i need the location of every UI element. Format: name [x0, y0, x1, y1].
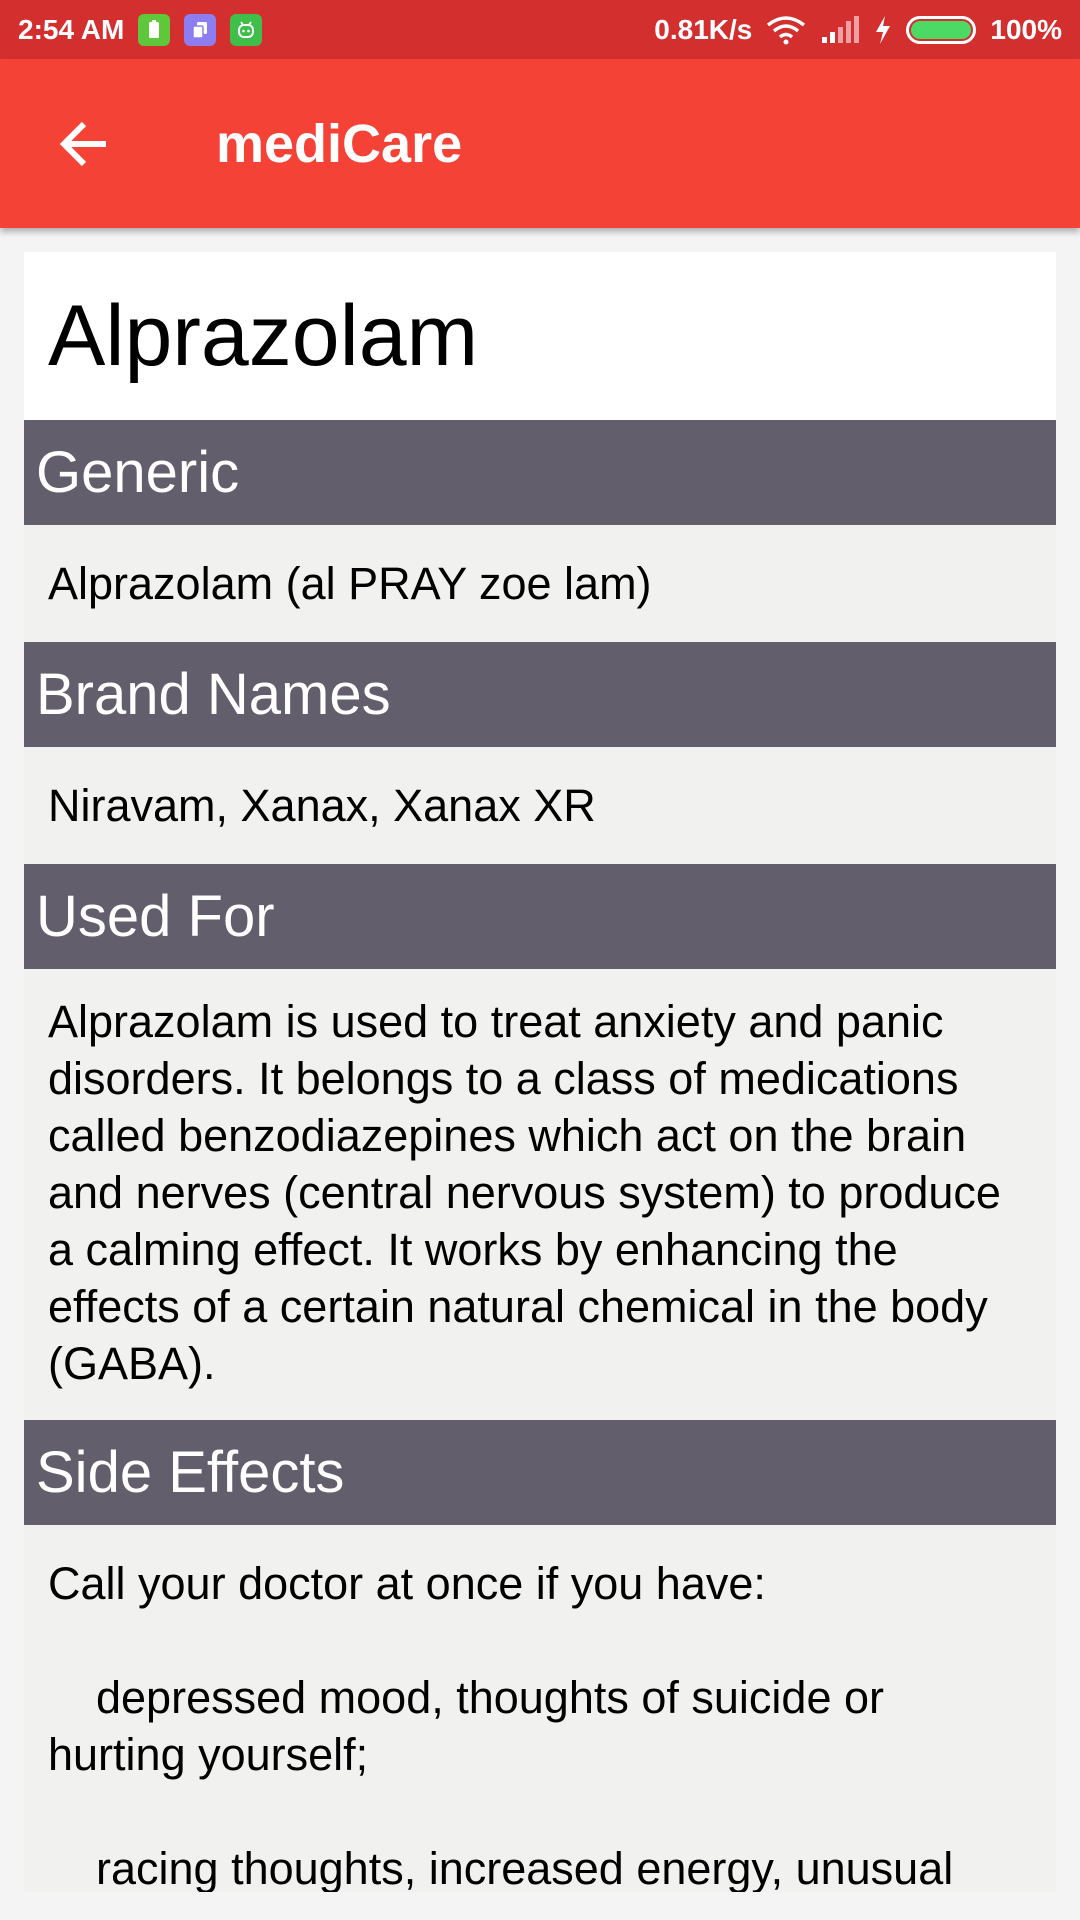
- generic-section-header: Generic: [24, 420, 1056, 525]
- side-effect-item: depressed mood, thoughts of suicide or h…: [48, 1672, 884, 1780]
- status-time: 2:54 AM: [18, 13, 125, 45]
- drug-title-box: Alprazolam: [24, 252, 1056, 420]
- wifi-icon: [766, 15, 806, 45]
- battery-percent: 100%: [990, 13, 1062, 45]
- drug-detail-content[interactable]: Alprazolam Generic Alprazolam (al PRAY z…: [24, 252, 1056, 1892]
- status-bar-left: 2:54 AM: [18, 13, 263, 46]
- battery-level-fill: [911, 20, 972, 39]
- used-for-section-header: Used For: [24, 864, 1056, 969]
- app-title: mediCare: [216, 113, 463, 174]
- used-for-section-body: Alprazolam is used to treat anxiety and …: [24, 969, 1056, 1420]
- side-effects-section-header: Side Effects: [24, 1420, 1056, 1525]
- battery-app-icon: [138, 13, 171, 46]
- brand-names-section-header: Brand Names: [24, 642, 1056, 747]
- layers-app-icon: [184, 13, 217, 46]
- side-effects-intro: Call your doctor at once if you have:: [48, 1558, 766, 1609]
- charging-bolt-icon: [874, 15, 892, 45]
- arrow-left-icon: [59, 121, 106, 166]
- generic-section-body: Alprazolam (al PRAY zoe lam): [24, 525, 1056, 642]
- status-bar: 2:54 AM 0.81K/s 100%: [0, 0, 1080, 59]
- network-speed: 0.81K/s: [654, 13, 753, 45]
- back-button[interactable]: [32, 92, 136, 196]
- android-app-icon: [230, 13, 263, 46]
- drug-name-title: Alprazolam: [48, 287, 479, 384]
- side-effects-section-body: Call your doctor at once if you have: de…: [24, 1525, 1056, 1892]
- status-bar-right: 0.81K/s 100%: [654, 14, 1062, 46]
- battery-icon: [906, 15, 977, 44]
- side-effect-item: racing thoughts, increased energy, unusu…: [96, 1843, 954, 1892]
- signal-icon: [820, 15, 860, 45]
- brand-names-section-body: Niravam, Xanax, Xanax XR: [24, 747, 1056, 864]
- app-bar: mediCare: [0, 59, 1080, 228]
